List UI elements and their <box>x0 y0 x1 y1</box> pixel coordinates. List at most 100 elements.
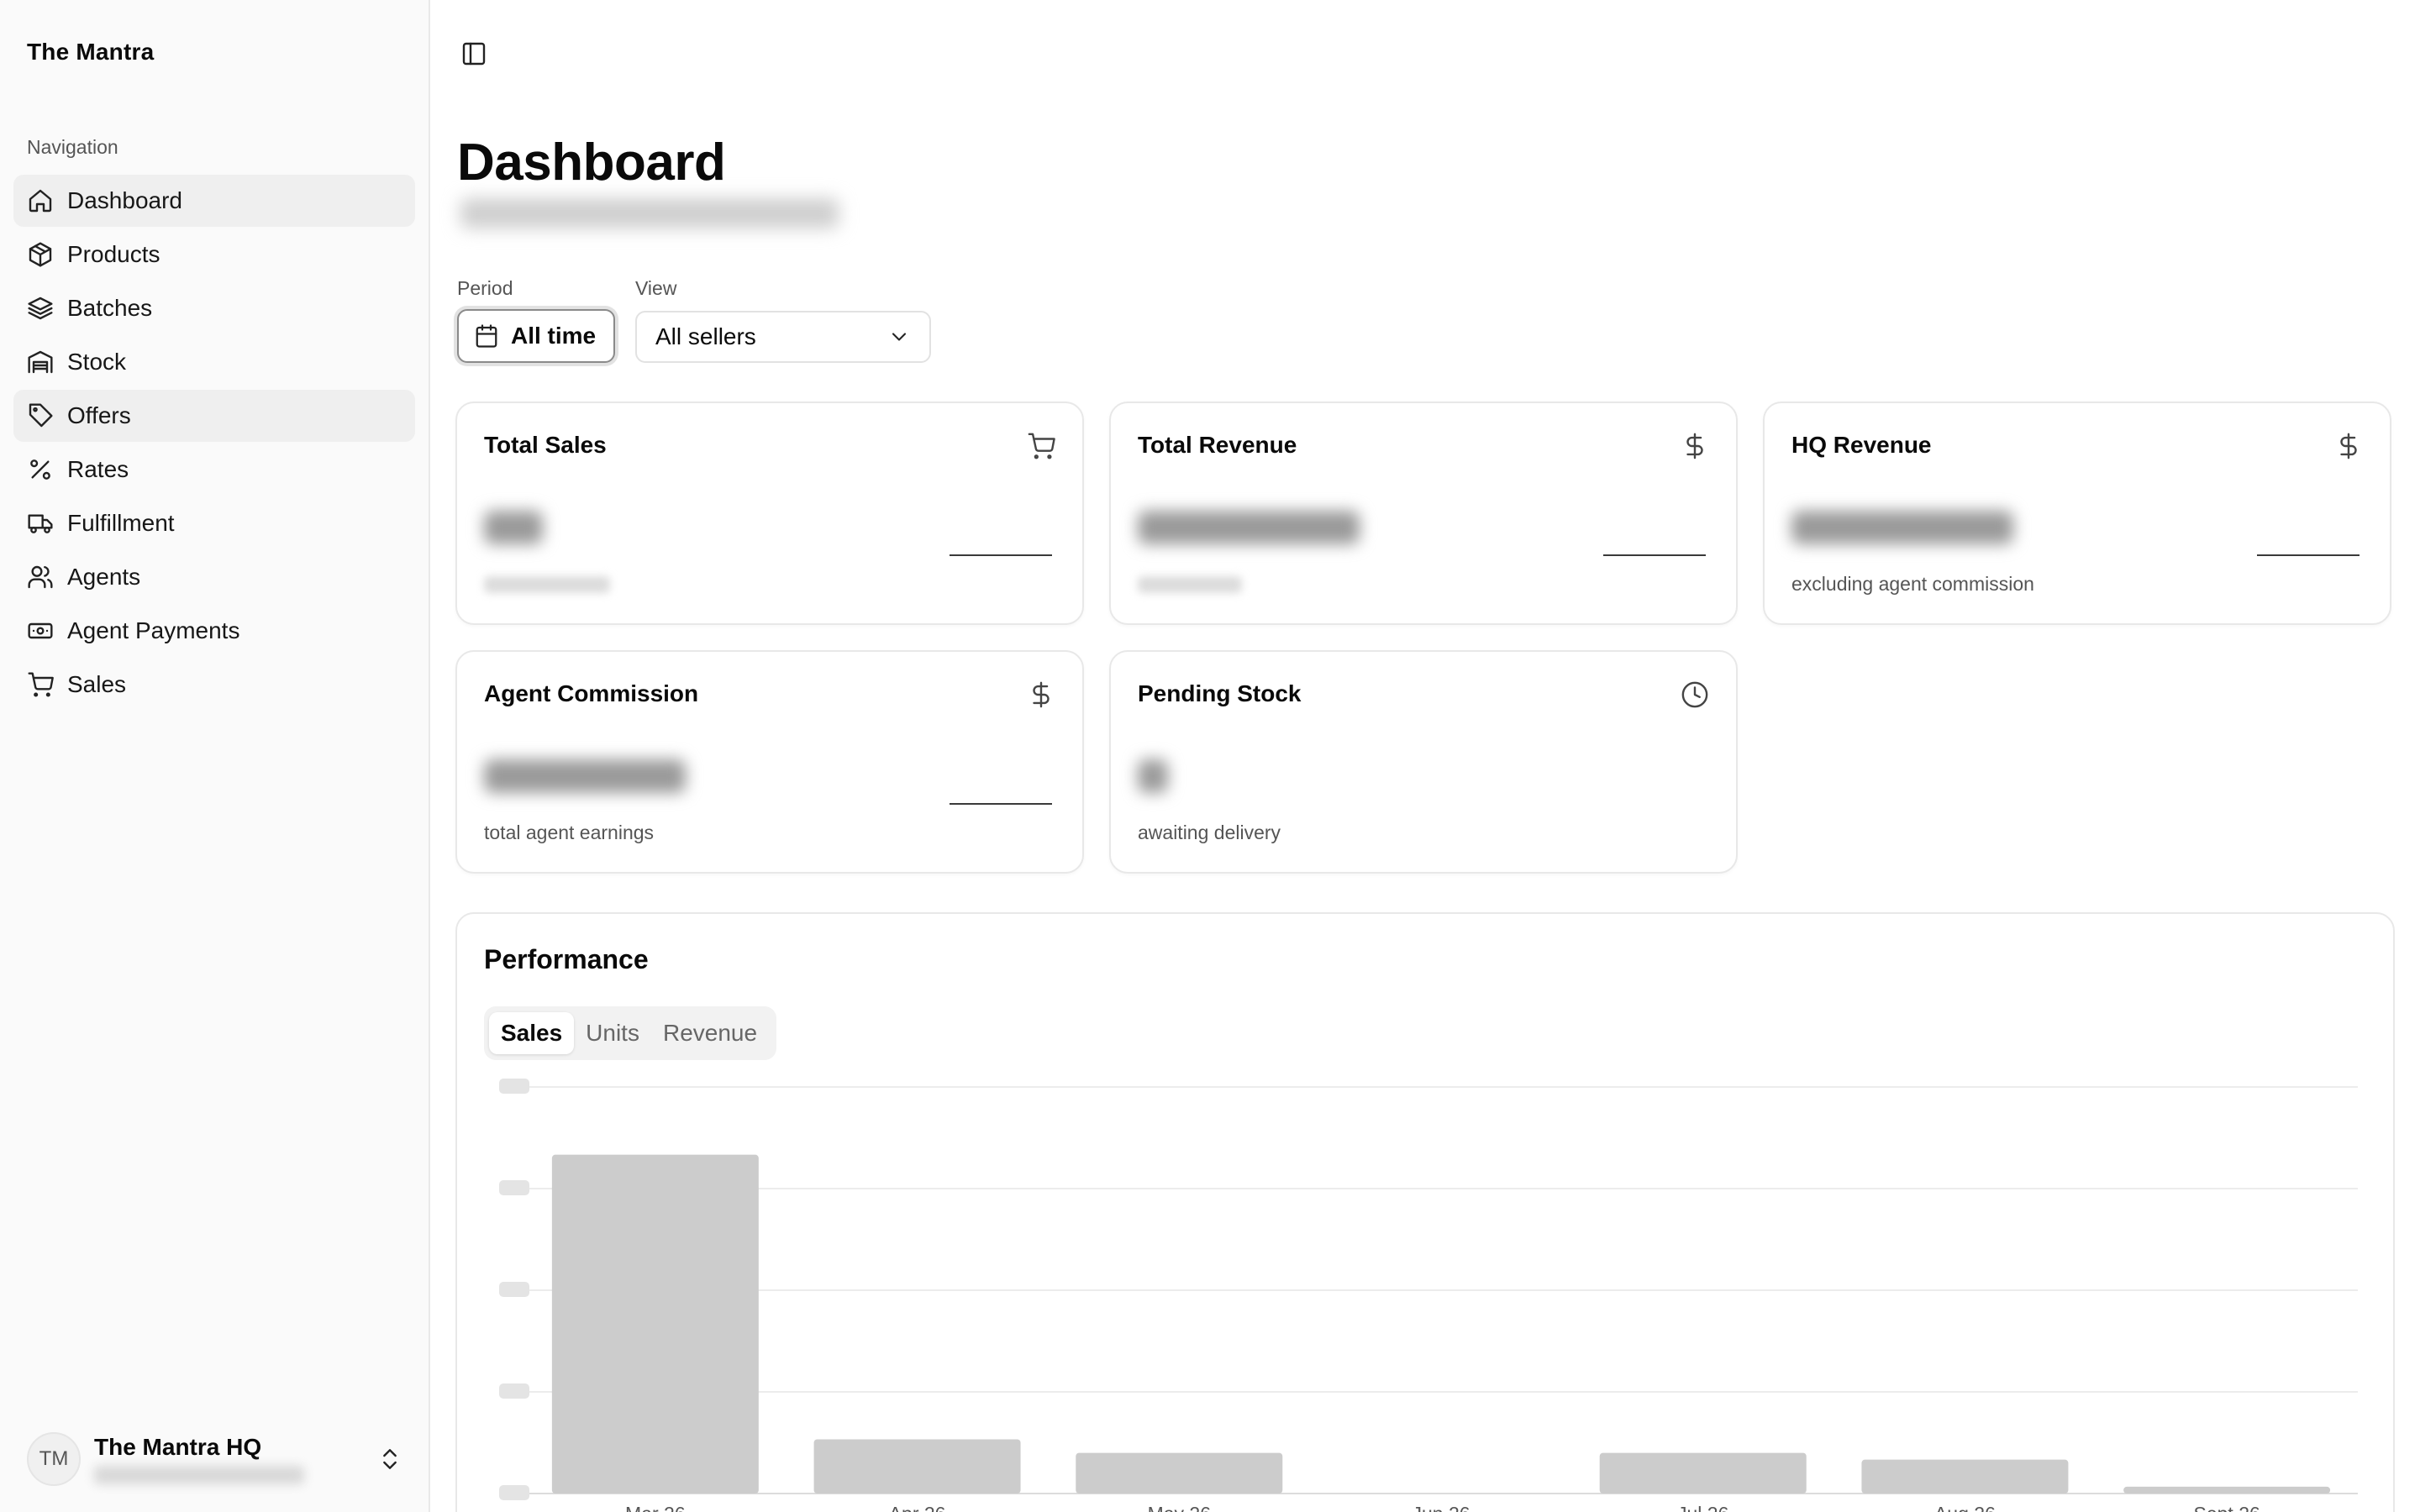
view-value: All sellers <box>655 323 756 349</box>
nav-heading: Navigation <box>27 136 118 158</box>
card-desc-redacted <box>1138 576 1242 593</box>
sidebar-item-agents[interactable]: Agents <box>13 551 415 603</box>
card-desc-redacted <box>484 576 610 593</box>
dollar-icon <box>1686 433 1703 459</box>
user-name: The Mantra HQ <box>94 1434 262 1460</box>
y-tick-label-redacted <box>499 1079 529 1094</box>
stat-card-hq-revenue: HQ Revenue excluding agent commission <box>1763 402 2391 625</box>
sidebar-item-label: Agent Payments <box>67 617 240 643</box>
sidebar-item-sales[interactable]: Sales <box>13 659 415 711</box>
sidebar-item-label: Fulfillment <box>67 510 175 536</box>
bar[interactable] <box>1861 1459 2069 1494</box>
sidebar-item-stock[interactable]: Stock <box>13 336 415 388</box>
home-icon <box>29 189 52 213</box>
page-title: Dashboard <box>457 134 726 192</box>
sidebar-item-fulfillment[interactable]: Fulfillment <box>13 497 415 549</box>
card-desc: awaiting delivery <box>1138 822 1281 843</box>
sidebar-item-label: Batches <box>67 295 153 321</box>
user-info: The Mantra HQ <box>94 1434 376 1484</box>
card-desc: total agent earnings <box>484 822 655 843</box>
sidebar-item-label: Products <box>67 241 160 267</box>
cart-icon <box>28 672 54 697</box>
card-title: Total Sales <box>484 432 607 458</box>
bar[interactable] <box>2123 1486 2331 1494</box>
card-title: Pending Stock <box>1138 680 1302 706</box>
card-value-redacted <box>1138 511 1360 544</box>
sidebar-item-label: Agents <box>67 564 141 590</box>
period-value: All time <box>511 323 597 349</box>
performance-card: Performance Sales Units Revenue Mar 26Ap… <box>455 912 2395 1512</box>
stat-card-total-sales: Total Sales <box>455 402 1084 625</box>
truck-icon <box>28 514 53 533</box>
x-tick-label: May 26 <box>1148 1503 1211 1512</box>
period-label: Period <box>457 277 513 299</box>
sidebar-item-offers[interactable]: Offers <box>13 390 415 442</box>
cart-icon <box>1028 433 1055 459</box>
card-value-redacted <box>1138 759 1168 793</box>
sparkline <box>1603 554 1706 556</box>
nav-list: Dashboard Products Batches Stock Offers … <box>13 175 415 712</box>
brand-name: The Mantra <box>27 39 155 65</box>
users-icon <box>28 565 53 589</box>
layers-icon <box>28 297 53 320</box>
stat-card-agent-commission: Agent Commission total agent earnings <box>455 650 1084 874</box>
clock-icon <box>1681 681 1708 708</box>
y-tick-label-redacted <box>499 1180 529 1195</box>
sidebar-item-products[interactable]: Products <box>13 228 415 281</box>
calendar-icon <box>476 324 497 348</box>
period-button[interactable]: All time <box>457 309 615 363</box>
card-title: Agent Commission <box>484 680 699 706</box>
bar[interactable] <box>1599 1452 1807 1494</box>
sidebar-toggle-icon[interactable] <box>460 40 487 67</box>
x-tick-label: Jul 26 <box>1677 1503 1728 1512</box>
x-tick-label: Jun 26 <box>1412 1503 1470 1512</box>
sidebar-item-label: Stock <box>67 349 127 375</box>
package-icon <box>29 242 52 267</box>
card-title: HQ Revenue <box>1791 432 1932 458</box>
performance-chart: Mar 26 Apr 26 May 26 Jun 26 Jul 26 Aug 26 Sept… <box>499 1079 2358 1512</box>
card-desc: excluding agent commission <box>1791 573 2034 595</box>
view-select[interactable]: All sellers <box>635 311 931 363</box>
tag-icon <box>29 403 53 428</box>
banknote-icon <box>28 622 53 639</box>
x-tick-label: Apr 26 <box>889 1503 946 1512</box>
sidebar-item-rates[interactable]: Rates <box>13 444 415 496</box>
sidebar-item-batches[interactable]: Batches <box>13 282 415 334</box>
y-tick-label-redacted <box>499 1282 529 1297</box>
bar[interactable] <box>813 1439 1021 1494</box>
sidebar-item-label: Sales <box>67 671 127 697</box>
avatar: TM <box>27 1432 81 1486</box>
user-email-redacted <box>94 1466 304 1484</box>
user-menu[interactable]: TM The Mantra HQ <box>27 1430 403 1488</box>
sparkline <box>2257 554 2360 556</box>
stat-card-pending-stock: Pending Stock awaiting delivery <box>1109 650 1738 874</box>
card-title: Total Revenue <box>1138 432 1297 458</box>
x-tick-label: Sept 26 <box>2193 1503 2260 1512</box>
bar[interactable] <box>551 1154 759 1494</box>
y-tick-label-redacted <box>499 1383 529 1399</box>
warehouse-icon <box>28 350 53 374</box>
chevron-down-icon <box>892 333 907 341</box>
dollar-icon <box>1033 681 1050 708</box>
bar[interactable] <box>1076 1452 1283 1494</box>
sidebar-item-label: Rates <box>67 456 129 482</box>
page-subtitle-redacted <box>460 198 839 228</box>
card-value-redacted <box>484 759 686 793</box>
dollar-icon <box>2340 433 2357 459</box>
sparkline <box>950 803 1052 805</box>
x-tick-label: Mar 26 <box>625 1503 686 1512</box>
y-tick-label-redacted <box>499 1485 529 1500</box>
sparkline <box>950 554 1052 556</box>
sidebar-item-label: Offers <box>67 402 131 428</box>
card-value-redacted <box>484 511 543 544</box>
stat-card-total-revenue: Total Revenue <box>1109 402 1738 625</box>
x-tick-label: Aug 26 <box>1934 1503 1996 1512</box>
view-label: View <box>635 277 677 299</box>
sidebar: The Mantra Navigation Dashboard Products… <box>0 0 430 1512</box>
chevrons-up-down-icon <box>383 1449 397 1469</box>
card-value-redacted <box>1791 511 2013 544</box>
percent-icon <box>30 459 50 480</box>
sidebar-item-dashboard[interactable]: Dashboard <box>13 175 415 227</box>
sidebar-item-label: Dashboard <box>67 187 182 213</box>
sidebar-item-agent-payments[interactable]: Agent Payments <box>13 605 415 657</box>
